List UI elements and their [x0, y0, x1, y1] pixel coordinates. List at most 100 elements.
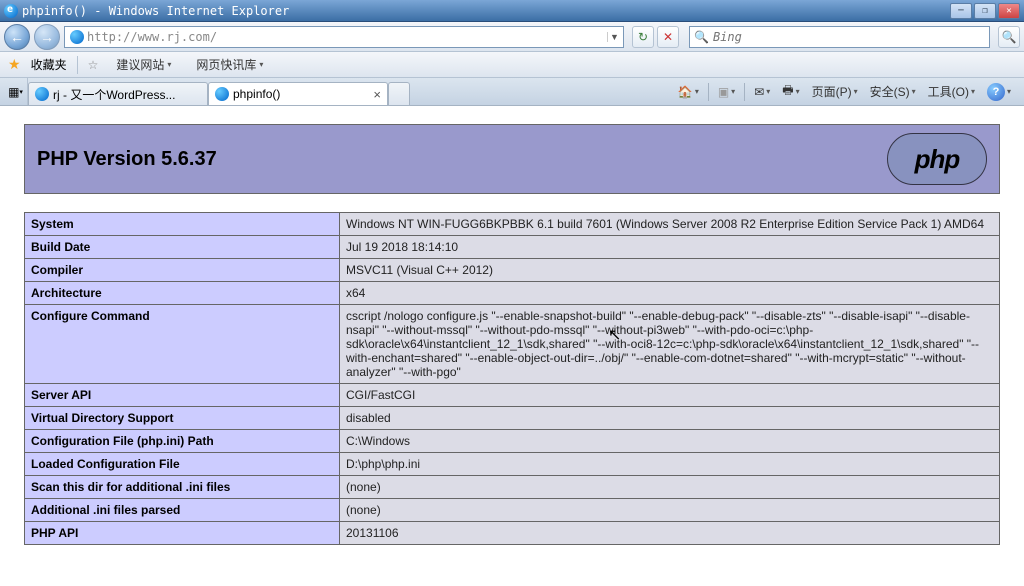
info-value: (none): [340, 476, 1000, 499]
info-key: Build Date: [25, 236, 340, 259]
address-input[interactable]: [87, 30, 607, 44]
table-row: Loaded Configuration FileD:\php\php.ini: [25, 453, 1000, 476]
php-logo: php: [887, 133, 987, 185]
info-value: (none): [340, 499, 1000, 522]
info-key: Virtual Directory Support: [25, 407, 340, 430]
help-icon: ?: [987, 83, 1005, 101]
window-title: phpinfo() - Windows Internet Explorer: [22, 4, 950, 18]
menu-label: 页面(P): [812, 83, 852, 100]
refresh-button[interactable]: ↻: [632, 26, 654, 48]
info-key: Compiler: [25, 259, 340, 282]
info-key: Architecture: [25, 282, 340, 305]
rss-icon: ▣: [718, 85, 729, 99]
table-row: Configure Commandcscript /nologo configu…: [25, 305, 1000, 384]
info-value: D:\php\php.ini: [340, 453, 1000, 476]
mail-icon: ✉: [754, 85, 764, 99]
table-row: Additional .ini files parsed(none): [25, 499, 1000, 522]
page-content[interactable]: PHP Version 5.6.37 php SystemWindows NT …: [0, 106, 1024, 586]
info-value: Jul 19 2018 18:14:10: [340, 236, 1000, 259]
print-icon: 🖶: [782, 81, 793, 102]
tab-close-button[interactable]: ×: [373, 87, 381, 102]
new-tab-button[interactable]: [388, 82, 410, 105]
maximize-button[interactable]: ❐: [974, 3, 996, 19]
tab-label: phpinfo(): [233, 87, 369, 101]
info-value: disabled: [340, 407, 1000, 430]
fav-webslice[interactable]: 网页快讯库 ▾: [181, 56, 263, 73]
mail-button[interactable]: ✉▾: [751, 85, 773, 99]
tab-label: rj - 又一个WordPress...: [53, 86, 201, 103]
command-bar: 🏠▾ ▣▾ ✉▾ 🖶▾ 页面(P)▾ 安全(S)▾ 工具(O)▾ ?▾: [669, 78, 1020, 105]
window-titlebar: phpinfo() - Windows Internet Explorer ─ …: [0, 0, 1024, 22]
address-dropdown[interactable]: ▼: [607, 32, 621, 42]
info-key: Configure Command: [25, 305, 340, 384]
divider: [77, 56, 78, 74]
home-icon: 🏠: [678, 85, 693, 99]
info-value: cscript /nologo configure.js "--enable-s…: [340, 305, 1000, 384]
print-button[interactable]: 🖶▾: [779, 81, 802, 102]
nav-toolbar: ← → ▼ ↻ ✕ 🔍 🔍: [0, 22, 1024, 52]
table-row: Server APICGI/FastCGI: [25, 384, 1000, 407]
info-value: 20131106: [340, 522, 1000, 545]
search-input[interactable]: [713, 30, 985, 44]
fav-link-label: 建议网站: [116, 56, 164, 73]
fav-link-label: 网页快讯库: [196, 56, 256, 73]
home-button[interactable]: 🏠▾: [675, 85, 702, 99]
info-value: CGI/FastCGI: [340, 384, 1000, 407]
feeds-button[interactable]: ▣▾: [715, 85, 738, 99]
table-row: Build DateJul 19 2018 18:14:10: [25, 236, 1000, 259]
info-key: Loaded Configuration File: [25, 453, 340, 476]
table-row: Architecturex64: [25, 282, 1000, 305]
ie-icon: [4, 4, 18, 18]
info-key: Additional .ini files parsed: [25, 499, 340, 522]
ie-icon: [35, 87, 49, 101]
address-bar[interactable]: ▼: [64, 26, 624, 48]
safety-menu[interactable]: 安全(S)▾: [867, 83, 919, 100]
favorites-label[interactable]: 收藏夹: [31, 56, 67, 73]
favorites-bar: ★ 收藏夹 ☆ 建议网站 ▾ 网页快讯库 ▾: [0, 52, 1024, 78]
minimize-button[interactable]: ─: [950, 3, 972, 19]
ie-icon: [101, 59, 113, 71]
fav-suggested-sites[interactable]: ☆ 建议网站 ▾: [88, 56, 172, 73]
search-box[interactable]: 🔍: [689, 26, 990, 48]
info-key: Server API: [25, 384, 340, 407]
tools-menu[interactable]: 工具(O)▾: [925, 83, 978, 100]
info-key: System: [25, 213, 340, 236]
help-button[interactable]: ?▾: [984, 83, 1014, 101]
tab-phpinfo[interactable]: phpinfo() ×: [208, 82, 388, 105]
favorites-star-icon[interactable]: ★: [8, 56, 21, 73]
info-key: Scan this dir for additional .ini files: [25, 476, 340, 499]
window-controls: ─ ❐ ✕: [950, 3, 1020, 19]
php-logo-text: php: [915, 144, 960, 175]
page-menu[interactable]: 页面(P)▾: [809, 83, 861, 100]
info-value: MSVC11 (Visual C++ 2012): [340, 259, 1000, 282]
php-version-title: PHP Version 5.6.37: [37, 148, 887, 171]
close-button[interactable]: ✕: [998, 3, 1020, 19]
search-icon: 🔍: [694, 30, 709, 44]
menu-label: 安全(S): [870, 83, 910, 100]
info-value: C:\Windows: [340, 430, 1000, 453]
back-button[interactable]: ←: [4, 24, 30, 50]
tab-wordpress[interactable]: rj - 又一个WordPress...: [28, 82, 208, 105]
folder-icon: ☆: [88, 58, 99, 72]
table-row: PHP API20131106: [25, 522, 1000, 545]
ie-icon: [181, 59, 193, 71]
quick-tabs-button[interactable]: ▦▾: [4, 78, 28, 105]
php-header: PHP Version 5.6.37 php: [24, 124, 1000, 194]
separator: [708, 83, 709, 101]
table-row: Configuration File (php.ini) PathC:\Wind…: [25, 430, 1000, 453]
info-value: Windows NT WIN-FUGG6BKPBBK 6.1 build 760…: [340, 213, 1000, 236]
table-row: SystemWindows NT WIN-FUGG6BKPBBK 6.1 bui…: [25, 213, 1000, 236]
table-row: Virtual Directory Supportdisabled: [25, 407, 1000, 430]
stop-button[interactable]: ✕: [657, 26, 679, 48]
info-key: PHP API: [25, 522, 340, 545]
search-go-button[interactable]: 🔍: [998, 26, 1020, 48]
info-key: Configuration File (php.ini) Path: [25, 430, 340, 453]
php-info-table: SystemWindows NT WIN-FUGG6BKPBBK 6.1 bui…: [24, 212, 1000, 545]
forward-button[interactable]: →: [34, 24, 60, 50]
table-row: Scan this dir for additional .ini files(…: [25, 476, 1000, 499]
ie-icon: [215, 87, 229, 101]
tab-bar: ▦▾ rj - 又一个WordPress... phpinfo() × 🏠▾ ▣…: [0, 78, 1024, 106]
menu-label: 工具(O): [928, 83, 969, 100]
nav-icons: ↻ ✕: [632, 26, 679, 48]
separator: [744, 83, 745, 101]
